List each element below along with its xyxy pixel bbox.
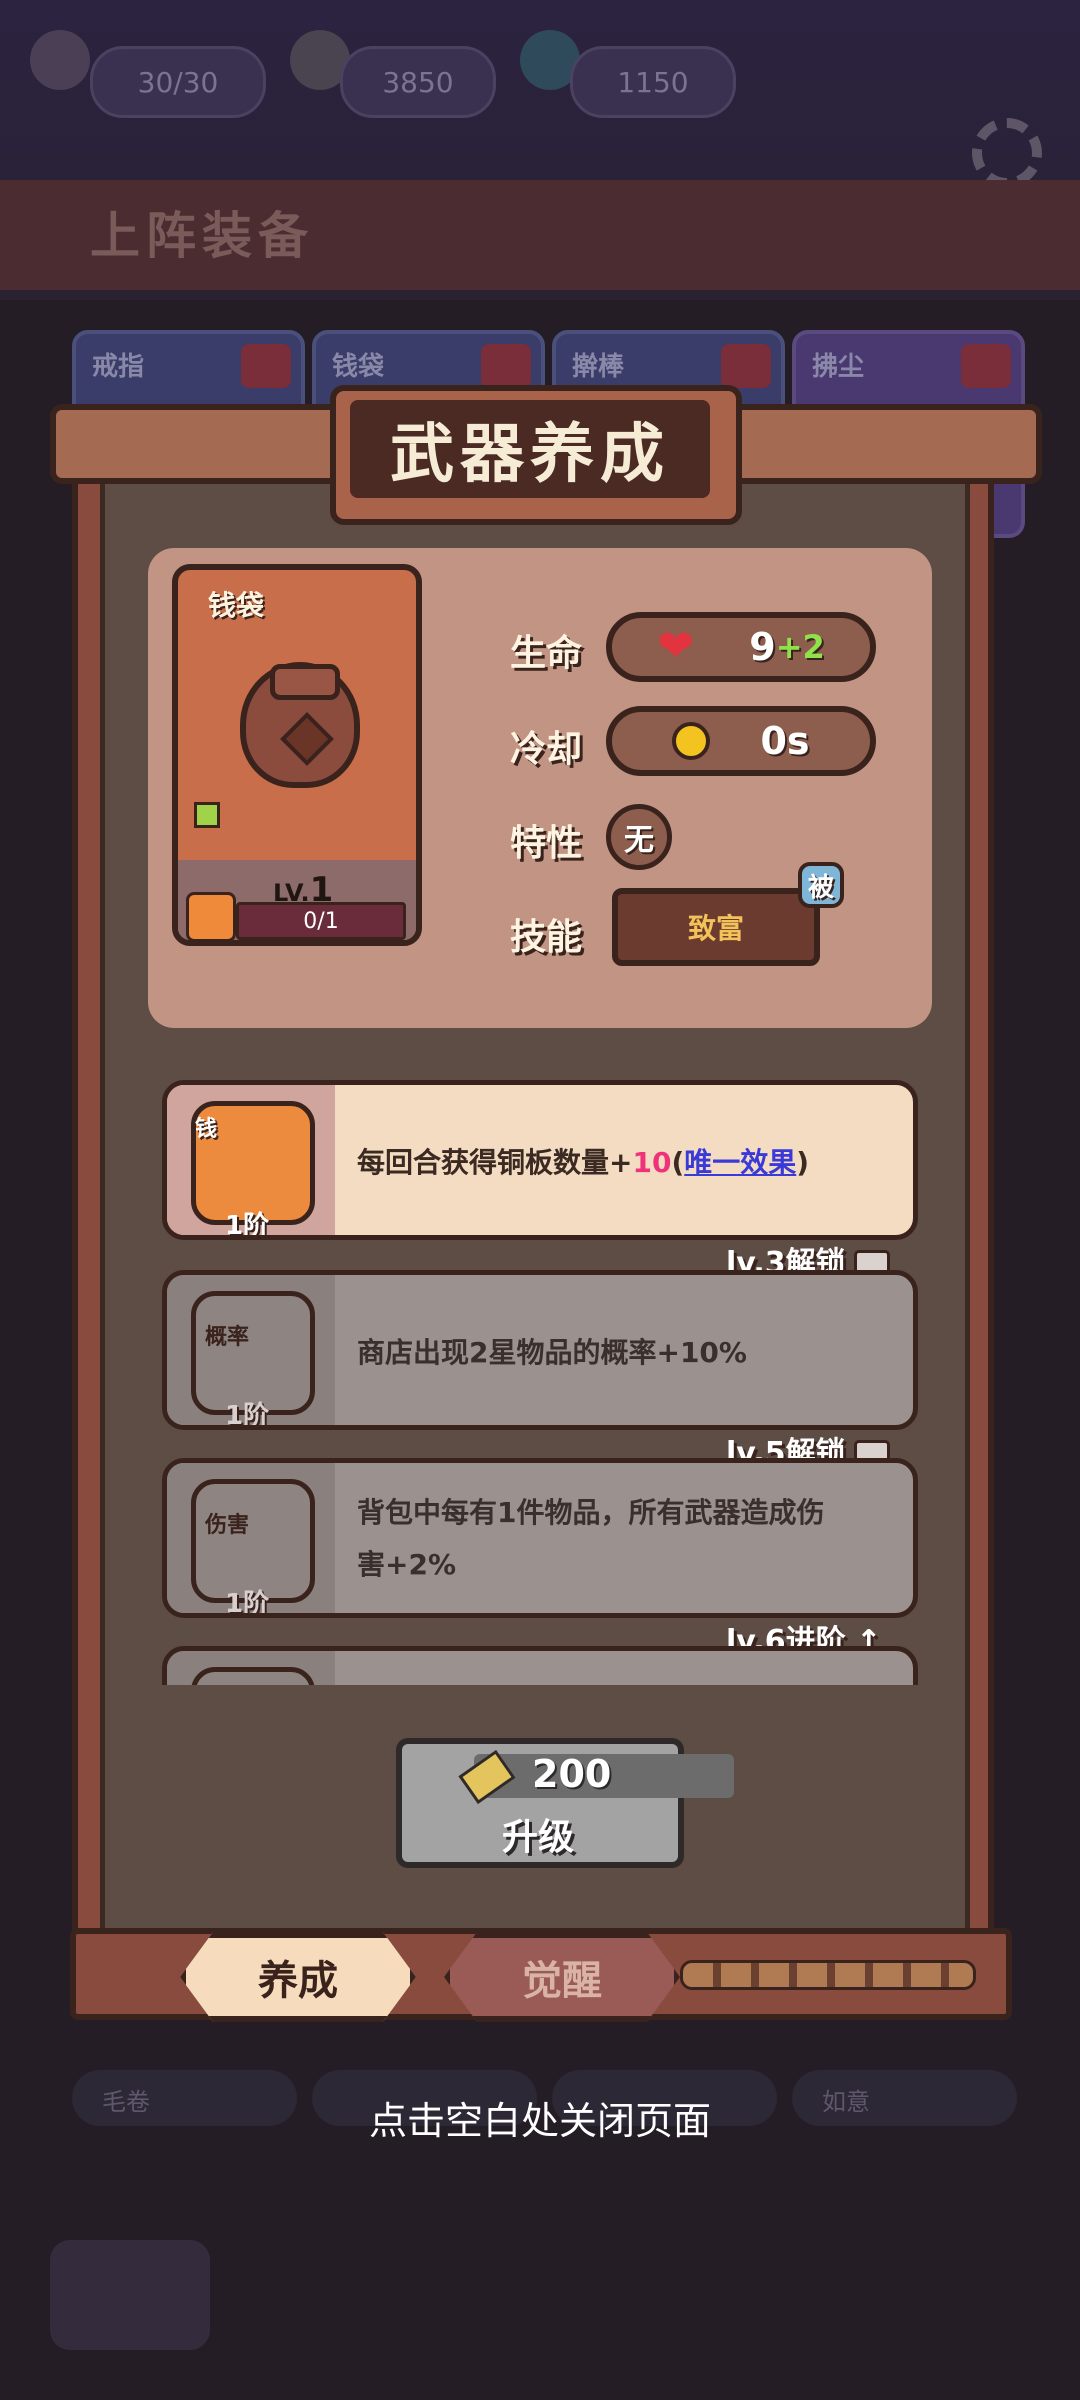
- unique-effect-link[interactable]: 唯一效果: [684, 1146, 796, 1179]
- trait-value: 无: [624, 823, 654, 858]
- stopwatch-icon: [672, 722, 711, 760]
- slot-label: 戒指: [92, 352, 145, 382]
- remove-icon[interactable]: [481, 344, 531, 388]
- row-tag: 伤害: [205, 1513, 250, 1538]
- remove-icon[interactable]: [241, 344, 291, 388]
- tab-cultivate[interactable]: 养成: [180, 1932, 416, 2022]
- desc-line: 害+2%: [357, 1548, 456, 1581]
- hp-bonus: +2: [775, 628, 825, 666]
- desc-text: 每回合获得铜板数量+: [357, 1146, 633, 1179]
- hp-value: 9: [749, 625, 776, 669]
- passive-badge: 被: [798, 862, 844, 908]
- upgrade-row[interactable]: [162, 1646, 918, 1685]
- puzzle-piece-icon: [186, 892, 236, 940]
- resource-keys[interactable]: 3850: [340, 46, 496, 118]
- money-bag-neck: [270, 664, 340, 700]
- gems-value: 1150: [617, 65, 689, 99]
- row-description: 商店出现2星物品的概率+10%: [357, 1336, 747, 1369]
- peach-icon: [30, 30, 90, 90]
- stat-label-hp: 生命: [510, 633, 583, 674]
- resource-gems[interactable]: 1150: [570, 46, 736, 118]
- weapon-name: 钱袋: [208, 589, 265, 622]
- back-arrow-icon[interactable]: [50, 2240, 210, 2350]
- tab-label: 养成: [258, 1958, 338, 2004]
- desc-line: 背包中每有1件物品，所有武器造成伤: [357, 1496, 825, 1529]
- row-tag: 概率: [205, 1325, 250, 1350]
- tab-awaken[interactable]: 觉醒: [444, 1932, 680, 2022]
- stat-label-skill: 技能: [510, 917, 583, 958]
- keys-value: 3850: [382, 65, 454, 99]
- heart-icon: ❤: [657, 621, 695, 672]
- shard-progress: 0/1: [236, 902, 406, 940]
- panel-title: 武器养成: [390, 418, 670, 492]
- upgrade-row[interactable]: 钱 1阶 每回合获得铜板数量+10(唯一效果): [162, 1080, 918, 1240]
- skill-button[interactable]: 致富: [612, 888, 820, 966]
- row-tier: 1阶: [225, 1401, 270, 1430]
- desc-highlight: 10: [632, 1146, 672, 1179]
- remove-icon[interactable]: [721, 344, 771, 388]
- stat-cooldown: 0s: [606, 706, 876, 776]
- tab-label: 觉醒: [522, 1958, 602, 2004]
- desc-paren: ): [796, 1146, 810, 1179]
- rarity-dot-icon: [194, 802, 220, 828]
- slot-label: 擀棒: [572, 352, 625, 382]
- row-tier: 1阶: [225, 1211, 270, 1240]
- row-description: 每回合获得铜板数量+10(唯一效果): [357, 1137, 809, 1189]
- upgrade-row[interactable]: 伤害 1阶 背包中每有1件物品，所有武器造成伤 害+2%: [162, 1458, 918, 1618]
- skill-name: 致富: [687, 912, 744, 945]
- gear-icon[interactable]: [972, 118, 1042, 188]
- upgrade-row[interactable]: 概率 1阶 商店出现2星物品的概率+10%: [162, 1270, 918, 1430]
- weapon-card[interactable]: 钱袋 LV.1 0/1: [172, 564, 422, 946]
- upgrade-list[interactable]: 钱 1阶 每回合获得铜板数量+10(唯一效果) lv.3解锁 概率 1阶 商店出…: [150, 1070, 930, 1685]
- row-description: 背包中每有1件物品，所有武器造成伤 害+2%: [357, 1487, 824, 1591]
- slot-label: 拂尘: [812, 352, 865, 382]
- upgrade-button[interactable]: 200 升级: [396, 1738, 734, 1868]
- section-title: 上阵装备: [90, 207, 314, 265]
- slot-label: 钱袋: [332, 352, 385, 382]
- trait-badge[interactable]: 无: [606, 804, 672, 870]
- desc-paren: (: [671, 1146, 685, 1179]
- close-hint[interactable]: 点击空白处关闭页面: [0, 2090, 1080, 2145]
- upgrade-cost: 200: [532, 1752, 612, 1796]
- stat-label-cooldown: 冷却: [510, 729, 583, 770]
- stamina-value: 30/30: [137, 65, 219, 99]
- remove-icon[interactable]: [961, 344, 1011, 388]
- advance-icon: [191, 1667, 315, 1685]
- resource-stamina[interactable]: 30/30: [90, 46, 266, 118]
- row-tag: 钱: [195, 1117, 218, 1142]
- cooldown-value: 0s: [760, 719, 810, 763]
- upgrade-label: 升级: [502, 1817, 575, 1858]
- stat-label-trait: 特性: [510, 823, 583, 864]
- stat-hp: ❤ 9 +2: [606, 612, 876, 682]
- chain-decoration: [680, 1960, 976, 1990]
- row-tier: 1阶: [225, 1589, 270, 1618]
- title-plate-inner: 武器养成: [350, 400, 710, 498]
